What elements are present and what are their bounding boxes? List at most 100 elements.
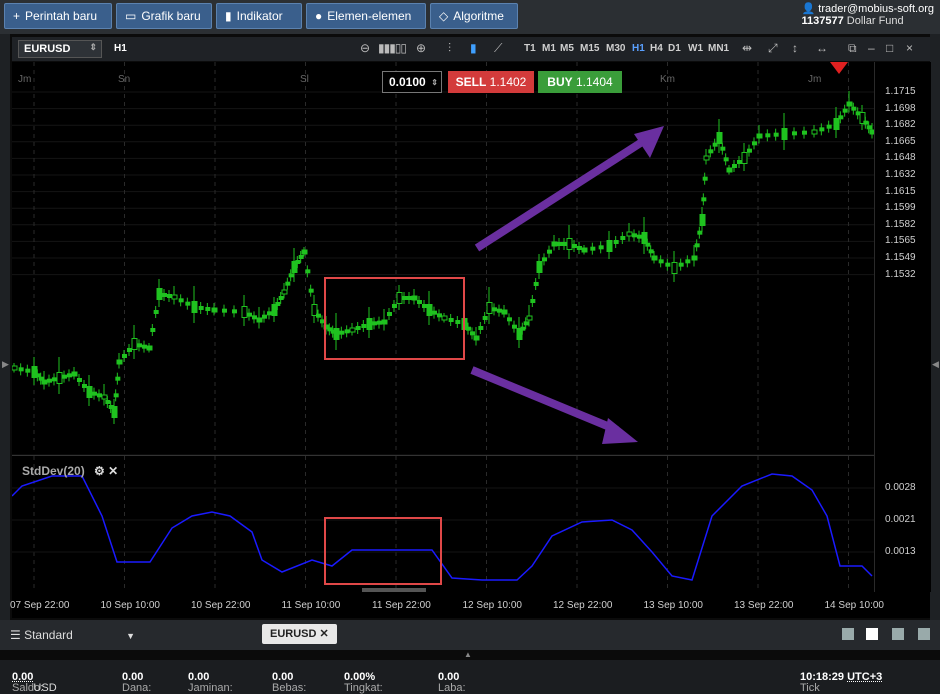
chevron-right-icon: ▶ <box>2 359 9 369</box>
price-label: 1.1549 <box>885 252 916 263</box>
detach-icon[interactable]: ⧉ <box>848 41 857 56</box>
day-label: Jm <box>808 74 822 85</box>
price-label: 1.1532 <box>885 268 916 280</box>
bottom-bar: ☰ Standard ▼ EURUSD ✕ <box>0 620 940 650</box>
price-label: 1.1615 <box>885 185 916 197</box>
chart-header: EURUSD ⇕ H1 ⊖ ▮▮▮▯▯ ⊕ ⫶ ▮ ⟋ T1 M1 M5 M15 M30 H… <box>12 37 930 61</box>
time-label: 11 Sep 10:00 <box>281 600 341 611</box>
price-label: 1.1582 <box>885 218 916 230</box>
profit: Laba: 0.00 <box>438 671 466 694</box>
chart-tab-eurusd[interactable]: EURUSD ✕ <box>262 624 337 644</box>
timeframe-m30[interactable]: M30 <box>606 43 625 54</box>
price-label: 1.1599 <box>885 202 916 214</box>
remove-indicator-icon[interactable]: ✕ <box>108 464 118 478</box>
line-type-icon[interactable]: ⟋ <box>494 41 502 56</box>
price-label: 1.1648 <box>885 152 916 164</box>
account-id: 1137577 <box>801 15 844 27</box>
new-order-button[interactable]: + Perintah baru <box>4 3 112 29</box>
minimize-icon[interactable]: – <box>868 41 875 55</box>
top-toolbar: + Perintah baru ▭ Grafik baru ▮ Indikator ●… <box>0 0 940 34</box>
indicator-pane[interactable] <box>11 455 874 593</box>
timeframe-m5[interactable]: M5 <box>560 43 574 54</box>
balance: Saldo: 0.00 USD <box>12 671 57 694</box>
time-axis[interactable]: 07 Sep 22:00 10 Sep 10:00 10 Sep 22:00 11 S… <box>10 592 930 618</box>
timeframe-mn1[interactable]: MN1 <box>708 43 729 54</box>
time-label: 10 Sep 22:00 <box>191 600 251 611</box>
price-chart-svg <box>11 62 876 454</box>
day-label: Sn <box>118 74 131 85</box>
status-bar: Saldo: 0.00 USD Dana: 0.00 Jaminan: 0.00… <box>0 660 940 694</box>
new-chart-button[interactable]: ▭ Grafik baru <box>116 3 212 29</box>
user-icon: 👤 <box>801 3 816 15</box>
chart-timeframe: H1 <box>114 43 127 54</box>
zoom-out-icon[interactable]: ⊖ <box>360 41 370 55</box>
time-label: 11 Sep 22:00 <box>372 600 431 611</box>
split-icon[interactable]: ⇹ <box>742 41 752 55</box>
layout-columns-icon[interactable] <box>892 628 904 640</box>
candle-type-icon[interactable]: ▮ <box>470 41 477 55</box>
lot-size-input[interactable]: 0.0100 ⇕ <box>382 71 442 93</box>
vertical-arrows-icon[interactable]: ↕ <box>792 41 798 55</box>
timeframe-t1[interactable]: T1 <box>524 43 536 54</box>
equity: Dana: 0.00 <box>122 671 152 694</box>
zoom-slider[interactable]: ▮▮▮▯▯ <box>378 41 407 55</box>
timeframe-m15[interactable]: M15 <box>580 43 599 54</box>
left-panel-toggle[interactable]: ▶ <box>0 34 10 620</box>
chart-icon: ▭ <box>125 9 137 23</box>
time-label: 14 Sep 10:00 <box>824 600 885 611</box>
dropdown-icon: ▼ <box>126 631 136 641</box>
price-label: 1.1715 <box>885 86 916 97</box>
price-label: 1.1565 <box>885 235 916 247</box>
time-label: 13 Sep 10:00 <box>643 600 704 611</box>
expand-panel-icon[interactable]: ▲ <box>464 650 472 659</box>
day-label: Km <box>660 74 675 85</box>
price-label: 1.1698 <box>885 102 916 114</box>
price-chart[interactable] <box>11 62 876 454</box>
layout-grid-icon[interactable] <box>866 628 878 640</box>
stepper-icon: ⇕ <box>431 77 438 87</box>
timeframe-d1[interactable]: D1 <box>668 43 681 54</box>
sell-button[interactable]: SELL 1.1402 <box>448 71 534 93</box>
indicator-value-label: 0.0028 <box>885 482 916 493</box>
indicator-value-label: 0.0021 <box>885 514 916 525</box>
time-label: 12 Sep 10:00 <box>462 600 523 611</box>
margin-level: Tingkat: 0.00% <box>344 671 383 694</box>
timeframe-w1[interactable]: W1 <box>688 43 703 54</box>
horizontal-arrows-icon[interactable]: ↔ <box>816 41 828 55</box>
chevron-updown-icon: ⇕ <box>89 42 97 52</box>
template-selector[interactable]: ☰ Standard ▼ <box>10 628 135 642</box>
timeframe-h1[interactable]: H1 <box>632 43 645 54</box>
right-panel-toggle[interactable]: ◀ <box>930 34 940 620</box>
account-info[interactable]: 👤 trader@mobius-soft.org 1137577 Dollar … <box>802 2 934 27</box>
plus-icon: + <box>13 9 21 23</box>
maximize-icon[interactable]: □ <box>886 41 893 55</box>
timeframe-m1[interactable]: M1 <box>542 43 556 54</box>
timeframe-h4[interactable]: H4 <box>650 43 663 54</box>
symbol-selector[interactable]: EURUSD ⇕ <box>18 40 102 58</box>
stddev-chart-svg <box>11 456 874 593</box>
diagonal-arrows-icon[interactable]: ⤢ <box>768 41 778 56</box>
account-email: trader@mobius-soft.org <box>818 3 934 15</box>
zoom-in-icon[interactable]: ⊕ <box>416 41 426 55</box>
layout-rows-icon[interactable] <box>918 628 930 640</box>
time-label: 07 Sep 22:00 <box>10 600 70 611</box>
day-label: Sl <box>300 74 309 85</box>
indicator-value-label: 0.0013 <box>885 546 916 557</box>
time-label: 12 Sep 22:00 <box>553 600 613 611</box>
layout-single-icon[interactable] <box>842 628 854 640</box>
close-tab-icon[interactable]: ✕ <box>320 628 329 640</box>
algorithm-button[interactable]: ◇ Algoritme <box>430 3 518 29</box>
buy-button[interactable]: BUY 1.1404 <box>538 71 622 93</box>
diamond-icon: ◇ <box>439 9 449 23</box>
elements-button[interactable]: ● Elemen-elemen <box>306 3 426 29</box>
free-margin: Bebas: 0.00 <box>272 671 307 694</box>
indicator-label: StdDev(20) ⚙ ✕ <box>22 464 119 478</box>
price-axis[interactable]: 1.1715 1.1698 1.1682 1.1665 1.1648 1.1632 1.16… <box>874 62 931 592</box>
close-icon[interactable]: × <box>906 41 913 55</box>
bar-type-icon[interactable]: ⫶ <box>448 41 451 56</box>
price-label: 1.1632 <box>885 169 916 180</box>
settings-icon[interactable]: ⚙ <box>94 464 105 478</box>
timezone-selector[interactable]: UTC+3 <box>847 671 882 683</box>
indicator-button[interactable]: ▮ Indikator <box>216 3 302 29</box>
account-fund: Dollar Fund <box>846 15 904 27</box>
